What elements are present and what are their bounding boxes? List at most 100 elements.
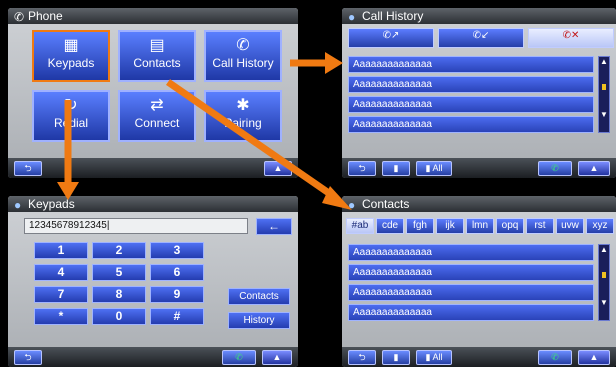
key-0[interactable]: 0 (92, 308, 146, 325)
key-5[interactable]: 5 (92, 264, 146, 281)
list-item[interactable]: Aaaaaaaaaaaaaa (348, 264, 594, 281)
phone-bottom-bar: ⮌ ▲ (8, 158, 298, 178)
keypads-title: Keypads (28, 197, 75, 211)
history-shortcut-button[interactable]: History (228, 312, 290, 329)
navi-icon: ▲ (589, 163, 599, 173)
key-1[interactable]: 1 (34, 242, 88, 259)
trash-icon: ▮ (393, 352, 399, 362)
scroll-up-icon[interactable]: ▲ (599, 245, 609, 254)
call-button[interactable]: ✆ (538, 161, 572, 176)
navi-button[interactable]: ▲ (264, 161, 292, 176)
tab-received[interactable]: ✆↙ (438, 28, 524, 48)
keypads-bottom-bar: ⮌ ✆ ▲ (8, 347, 298, 367)
scroll-thumb[interactable] (602, 84, 606, 90)
call-button[interactable]: ✆ (538, 350, 572, 365)
call-history-title-bar: ● Call History (342, 8, 616, 24)
list-item[interactable]: Aaaaaaaaaaaaaa (348, 244, 594, 261)
keypads-button[interactable]: ▦ Keypads (32, 30, 110, 82)
key-star[interactable]: * (34, 308, 88, 325)
back-button[interactable]: ⮌ (14, 350, 42, 365)
delete-all-label: All (432, 352, 443, 362)
redial-button[interactable]: ↻ Redial (32, 90, 110, 142)
delete-all-button[interactable]: ▮ All (416, 161, 452, 176)
redial-icon: ↻ (64, 97, 78, 114)
list-item[interactable]: Aaaaaaaaaaaaaa (348, 76, 594, 93)
list-item[interactable]: Aaaaaaaaaaaaaa (348, 304, 594, 321)
contacts-shortcut-button[interactable]: Contacts (228, 288, 290, 305)
key-9[interactable]: 9 (150, 286, 204, 303)
tab-cde[interactable]: cde (376, 218, 404, 234)
call-history-button[interactable]: ✆ Call History (204, 30, 282, 82)
key-7[interactable]: 7 (34, 286, 88, 303)
contacts-panel: ● Contacts #ab cde fgh ijk lmn opq rst uv… (342, 196, 616, 367)
backspace-button[interactable]: ← (256, 218, 292, 235)
connect-label: Connect (134, 116, 180, 130)
navi-button[interactable]: ▲ (578, 350, 610, 365)
phone-call-icon: ✆ (551, 352, 559, 362)
scroll-down-icon[interactable]: ▼ (599, 298, 609, 307)
delete-button[interactable]: ▮ (382, 161, 410, 176)
phone-call-icon: ✆ (551, 163, 559, 173)
call-history-label: Call History (212, 56, 274, 70)
back-icon: ⮌ (24, 163, 32, 173)
tab-lmn[interactable]: lmn (466, 218, 494, 234)
call-button[interactable]: ✆ (222, 350, 256, 365)
list-item[interactable]: Aaaaaaaaaaaaaa (348, 116, 594, 133)
navi-icon: ▲ (273, 163, 283, 173)
tab-uvw[interactable]: uvw (556, 218, 584, 234)
scrollbar[interactable]: ▲ ▼ (598, 56, 610, 133)
dialed-icon: ✆↗ (382, 30, 400, 41)
phone-icon: ✆ (14, 10, 25, 24)
back-icon: ⮌ (24, 352, 32, 362)
call-history-bottom-bar: ⮌ ▮ ▮ All ✆ ▲ (342, 158, 616, 178)
keypads-label: Keypads (47, 56, 95, 70)
navi-button[interactable]: ▲ (262, 350, 292, 365)
back-button[interactable]: ⮌ (348, 161, 376, 176)
contacts-title: Contacts (362, 197, 410, 211)
scrollbar[interactable]: ▲ ▼ (598, 244, 610, 321)
contacts-button[interactable]: ▤ Contacts (118, 30, 196, 82)
scroll-thumb[interactable] (602, 272, 606, 278)
key-3[interactable]: 3 (150, 242, 204, 259)
arrow-head-call-history (325, 52, 343, 74)
contacts-icon: ▤ (149, 37, 165, 54)
tab-fgh[interactable]: fgh (406, 218, 434, 234)
call-history-icon: ✆ (236, 37, 250, 54)
key-4[interactable]: 4 (34, 264, 88, 281)
tab-dialed[interactable]: ✆↗ (348, 28, 434, 48)
key-8[interactable]: 8 (92, 286, 146, 303)
received-icon: ✆↙ (472, 30, 490, 41)
tab-ijk[interactable]: ijk (436, 218, 464, 234)
back-button[interactable]: ⮌ (348, 350, 376, 365)
tab-missed[interactable]: ✆✕ (528, 28, 614, 48)
list-item[interactable]: Aaaaaaaaaaaaaa (348, 56, 594, 73)
scroll-down-icon[interactable]: ▼ (599, 110, 609, 119)
missed-icon: ✆✕ (562, 30, 580, 41)
navi-icon: ▲ (272, 352, 282, 362)
pairing-button[interactable]: ✱ Pairing (204, 90, 282, 142)
tab-xyz[interactable]: xyz (586, 218, 614, 234)
connect-button[interactable]: ⇄ Connect (118, 90, 196, 142)
list-item[interactable]: Aaaaaaaaaaaaaa (348, 96, 594, 113)
tab-ab[interactable]: #ab (346, 218, 374, 234)
trash-icon: ▮ (393, 163, 399, 173)
call-history-panel: ● Call History ✆↗ ✆↙ ✆✕ Aaaaaaaaaaaaaa Aa… (342, 8, 616, 178)
pairing-label: Pairing (224, 116, 262, 130)
tab-opq[interactable]: opq (496, 218, 524, 234)
list-item[interactable]: Aaaaaaaaaaaaaa (348, 284, 594, 301)
globe-icon: ● (14, 198, 22, 212)
phone-title: Phone (28, 9, 63, 23)
key-hash[interactable]: # (150, 308, 204, 325)
delete-all-button[interactable]: ▮ All (416, 350, 452, 365)
bluetooth-icon: ✱ (236, 97, 250, 114)
tab-rst[interactable]: rst (526, 218, 554, 234)
delete-button[interactable]: ▮ (382, 350, 410, 365)
redial-label: Redial (53, 116, 89, 130)
key-2[interactable]: 2 (92, 242, 146, 259)
scroll-up-icon[interactable]: ▲ (599, 57, 609, 66)
key-6[interactable]: 6 (150, 264, 204, 281)
navi-button[interactable]: ▲ (578, 161, 610, 176)
back-button[interactable]: ⮌ (14, 161, 42, 176)
phone-title-bar: ✆ Phone (8, 8, 298, 24)
number-input[interactable]: 12345678912345| (24, 218, 248, 234)
